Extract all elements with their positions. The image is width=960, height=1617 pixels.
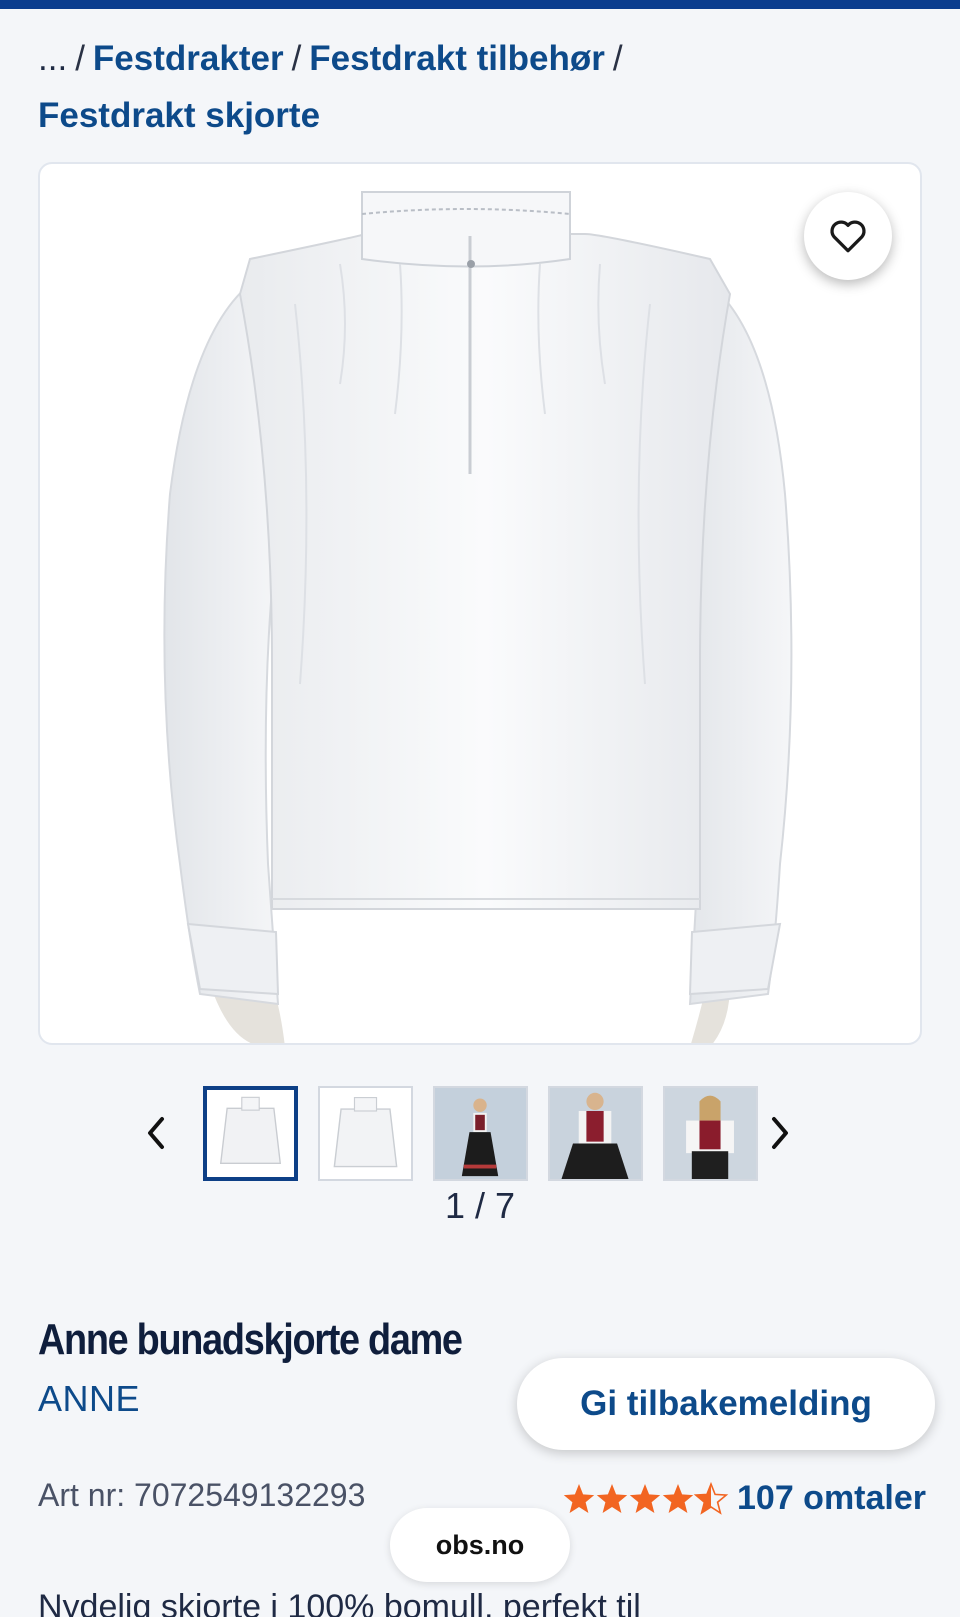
rating-stars [563, 1478, 731, 1518]
breadcrumb-festdrakter[interactable]: Festdrakter [93, 39, 284, 78]
product-title: Anne bunadskjorte dame [38, 1315, 463, 1364]
article-number: Art nr: 7072549132293 [38, 1477, 366, 1513]
breadcrumb-ellipsis[interactable]: ... [38, 39, 67, 78]
thumbnail-model-closeup [665, 1088, 756, 1179]
thumbnail-model-full [435, 1088, 526, 1179]
thumbnail-1[interactable] [203, 1086, 298, 1181]
thumbnail-shirt-back [320, 1088, 411, 1179]
reviews-count-link[interactable]: 107 omtaler [737, 1479, 926, 1518]
carousel-prev-button[interactable] [136, 1111, 176, 1155]
breadcrumb-separator: / [291, 39, 302, 78]
chevron-left-icon [148, 1117, 164, 1149]
feedback-button[interactable]: Gi tilbakemelding [517, 1358, 935, 1450]
carousel-next-button[interactable] [760, 1111, 800, 1155]
rating-summary[interactable]: 107 omtaler [563, 1475, 926, 1521]
breadcrumb-separator: / [75, 39, 85, 78]
breadcrumb-separator: / [612, 39, 623, 78]
shirt-image [163, 191, 793, 1043]
product-description: Nydelig skjorte i 100% bomull, perfekt t… [38, 1588, 641, 1617]
breadcrumb: ... / Festdrakter / Festdrakt tilbehør / Festd… [38, 30, 918, 144]
browser-domain-pill[interactable]: obs.no [390, 1508, 570, 1582]
thumbnail-5[interactable] [663, 1086, 758, 1181]
heart-icon [830, 220, 866, 253]
thumbnail-2[interactable] [318, 1086, 413, 1181]
thumbnail-3[interactable] [433, 1086, 528, 1181]
gallery-counter: 1 / 7 [444, 1185, 516, 1226]
thumbnail-shirt-front [207, 1090, 294, 1177]
thumbnail-4[interactable] [548, 1086, 643, 1181]
product-main-image[interactable] [38, 162, 922, 1045]
thumbnail-model-half [550, 1088, 641, 1179]
star-rating-icon [563, 1483, 728, 1514]
product-brand-link[interactable]: ANNE [38, 1378, 140, 1420]
breadcrumb-festdrakt-tilbehor[interactable]: Festdrakt tilbehør [309, 39, 605, 78]
top-accent-bar [0, 0, 960, 9]
favorite-button[interactable] [804, 192, 892, 280]
thumbnail-carousel [130, 1083, 830, 1183]
breadcrumb-festdrakt-skjorte[interactable]: Festdrakt skjorte [38, 96, 320, 135]
chevron-right-icon [772, 1117, 788, 1149]
